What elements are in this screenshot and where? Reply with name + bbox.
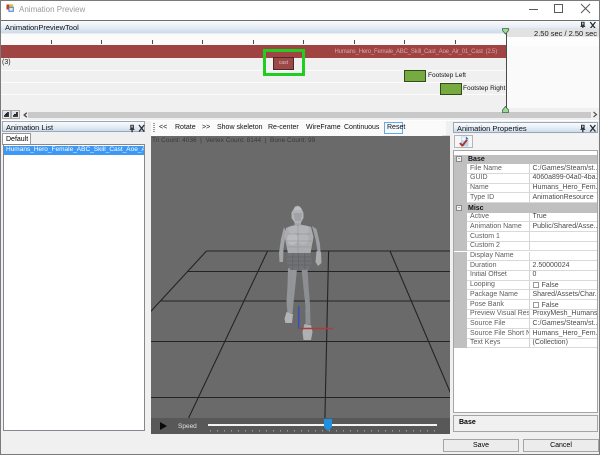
svg-text:Speed: Speed — [178, 423, 197, 430]
